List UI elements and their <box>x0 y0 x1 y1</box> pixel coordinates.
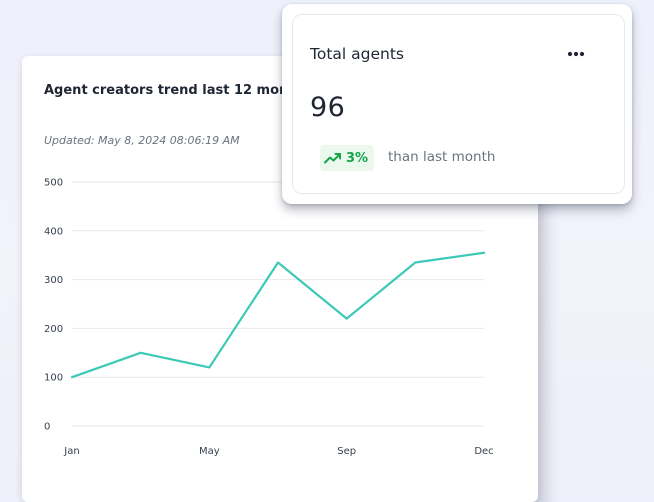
total-agents-value: 96 <box>310 92 346 123</box>
y-tick-label: 100 <box>44 373 63 384</box>
x-tick-label: Jan <box>63 446 79 457</box>
y-tick-label: 0 <box>44 422 50 433</box>
y-tick-label: 300 <box>44 275 63 286</box>
y-tick-label: 400 <box>44 226 63 237</box>
x-tick-label: Dec <box>474 446 493 457</box>
series-line <box>70 251 486 379</box>
change-percent: 3% <box>346 150 369 166</box>
change-badge: 3% <box>320 145 375 171</box>
total-agents-card: Total agents 96 3% than last month <box>282 4 632 204</box>
more-horizontal-icon <box>567 51 585 57</box>
total-agents-title: Total agents <box>310 45 404 63</box>
change-caption: than last month <box>388 149 496 165</box>
y-tick-label: 500 <box>44 178 63 189</box>
x-tick-label: Sep <box>337 446 356 457</box>
more-options-button[interactable] <box>564 44 588 64</box>
x-tick-label: May <box>199 446 220 457</box>
trending-up-icon <box>324 153 341 164</box>
y-tick-label: 200 <box>44 324 63 335</box>
